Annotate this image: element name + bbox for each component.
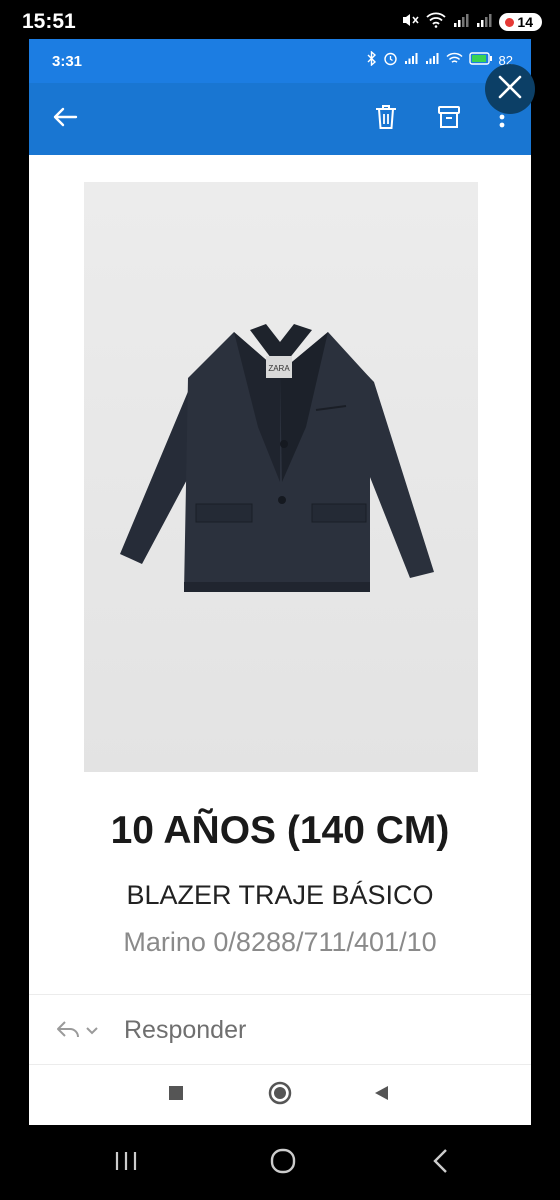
circle-icon xyxy=(268,1081,292,1110)
signal-icon xyxy=(453,13,469,32)
home-button[interactable] xyxy=(268,1081,292,1110)
outer-status-icons: 14 xyxy=(401,12,542,32)
delete-button[interactable] xyxy=(370,103,402,135)
back-chevron-icon xyxy=(430,1147,450,1180)
battery-badge: 14 xyxy=(499,13,542,31)
inner-status-bar: 3:31 82 xyxy=(29,39,531,83)
wifi-icon xyxy=(426,12,447,32)
archive-icon xyxy=(437,105,461,134)
battery-icon xyxy=(468,52,493,68)
back-arrow-icon xyxy=(52,106,78,133)
reply-icon xyxy=(55,1019,81,1044)
battery-low-icon xyxy=(505,17,515,27)
trash-icon xyxy=(374,104,398,135)
outer-nav-bar xyxy=(0,1125,560,1200)
product-name: BLAZER TRAJE BÁSICO xyxy=(126,880,434,910)
recent-apps-icon xyxy=(113,1150,139,1177)
home-icon xyxy=(269,1147,297,1180)
outer-back-button[interactable] xyxy=(422,1145,458,1181)
brand-tag: ZARA xyxy=(268,364,290,373)
product-reference: Marino 0/8288/711/401/10 xyxy=(123,927,437,957)
signal-icon xyxy=(425,52,440,68)
inner-nav-bar xyxy=(29,1065,531,1125)
outer-recent-apps-button[interactable] xyxy=(108,1145,144,1181)
recent-apps-button[interactable] xyxy=(164,1083,188,1107)
bluetooth-icon xyxy=(367,50,377,69)
inner-status-icons: 82 xyxy=(367,50,513,69)
signal-icon xyxy=(476,13,492,32)
alarm-icon xyxy=(383,51,398,69)
signal-icon xyxy=(404,52,419,68)
battery-badge-value: 14 xyxy=(517,14,533,30)
outer-home-button[interactable] xyxy=(265,1145,301,1181)
mute-icon xyxy=(401,12,420,32)
back-nav-button[interactable] xyxy=(369,1083,393,1107)
close-button[interactable] xyxy=(485,64,535,114)
divider xyxy=(29,994,531,995)
square-icon xyxy=(168,1085,184,1106)
chevron-down-icon xyxy=(85,1023,99,1041)
archive-button[interactable] xyxy=(433,103,465,135)
blazer-illustration: ZARA xyxy=(84,182,478,772)
reply-options[interactable] xyxy=(55,1019,99,1044)
product-size: 10 AÑOS (140 CM) xyxy=(110,809,450,852)
reply-label[interactable]: Responder xyxy=(124,1016,246,1045)
inner-screen: 3:31 82 ZARA 10 AÑOS (140 CM) BLAZER TRA… xyxy=(29,39,531,1125)
outer-clock: 15:51 xyxy=(22,10,76,33)
app-bar xyxy=(29,83,531,155)
triangle-back-icon xyxy=(373,1085,389,1106)
reply-bar[interactable]: Responder xyxy=(29,1007,531,1057)
wifi-icon xyxy=(446,52,463,68)
close-icon xyxy=(497,74,523,105)
product-image: ZARA xyxy=(84,182,478,772)
inner-clock: 3:31 xyxy=(52,53,83,70)
back-button[interactable] xyxy=(49,103,81,135)
